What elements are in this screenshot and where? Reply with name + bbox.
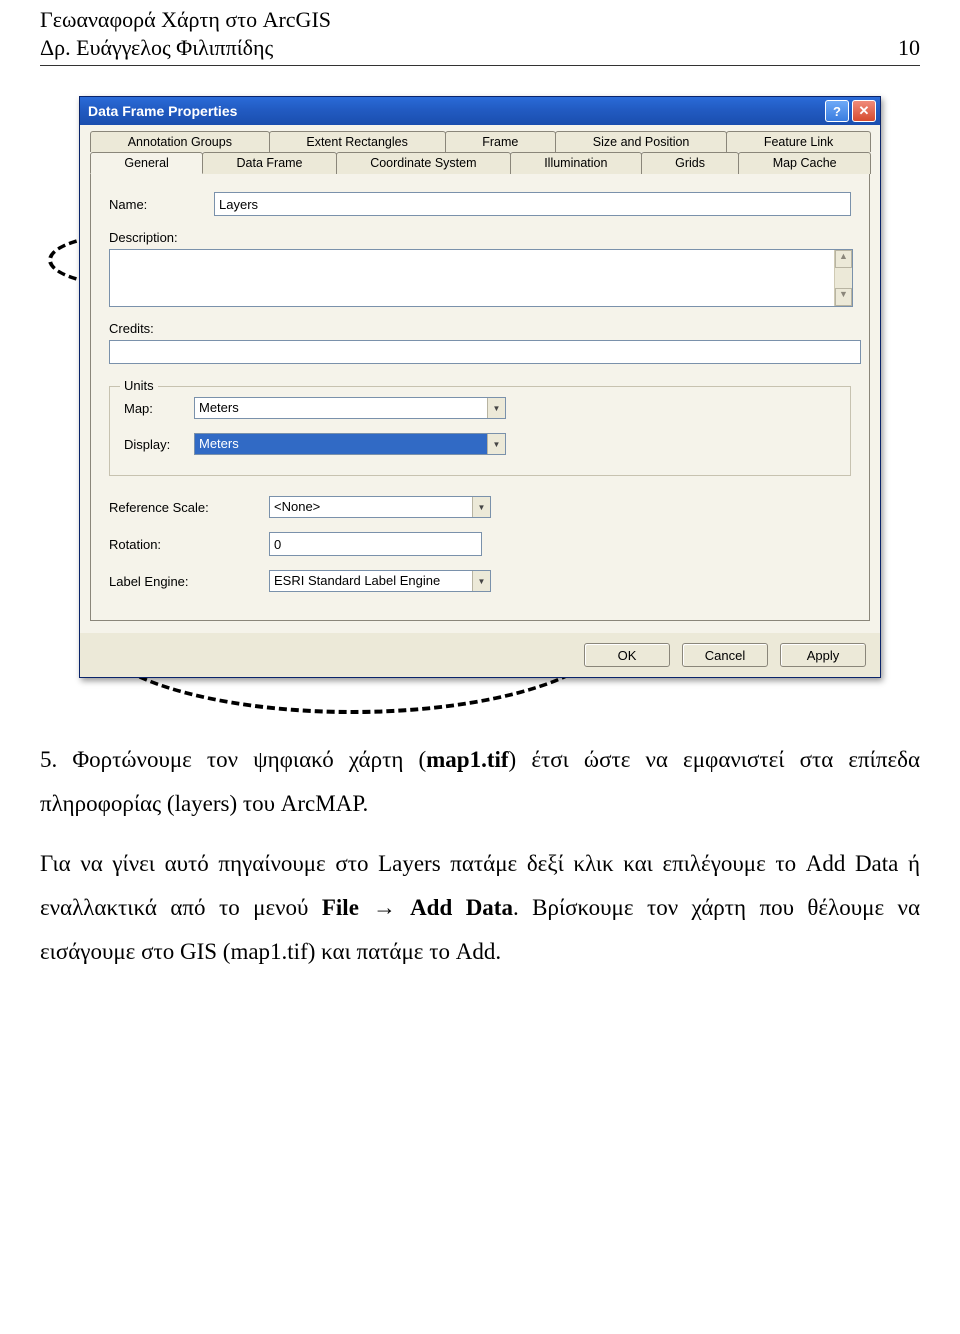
bold-map1tif: map1.tif bbox=[426, 747, 508, 772]
rotation-input[interactable] bbox=[269, 532, 482, 556]
tab-illumination[interactable]: Illumination bbox=[510, 152, 642, 174]
tab-annotation-groups[interactable]: Annotation Groups bbox=[90, 131, 270, 152]
tab-extent-rectangles[interactable]: Extent Rectangles bbox=[269, 131, 446, 152]
name-label: Name: bbox=[109, 197, 214, 212]
description-scrollbar[interactable]: ▲ ▼ bbox=[834, 250, 852, 306]
chevron-down-icon[interactable]: ▼ bbox=[487, 398, 505, 418]
scroll-down-icon[interactable]: ▼ bbox=[835, 288, 852, 306]
description-label: Description: bbox=[109, 230, 214, 245]
tab-strip: Annotation Groups Extent Rectangles Fram… bbox=[90, 125, 870, 174]
help-button[interactable]: ? bbox=[825, 100, 849, 122]
arrow-icon: → bbox=[359, 894, 410, 920]
display-units-value: Meters bbox=[195, 434, 487, 454]
label-engine-label: Label Engine: bbox=[109, 574, 269, 589]
header-title-2: Δρ. Ευάγγελος Φιλιππίδης bbox=[40, 34, 331, 62]
ok-button[interactable]: OK bbox=[584, 643, 670, 667]
description-textarea[interactable]: ▲ ▼ bbox=[109, 249, 853, 307]
tab-grids[interactable]: Grids bbox=[641, 152, 740, 174]
reference-scale-value: <None> bbox=[270, 497, 472, 517]
chevron-down-icon[interactable]: ▼ bbox=[472, 497, 490, 517]
page-header: Γεωαναφορά Χάρτη στο ArcGIS Δρ. Ευάγγελο… bbox=[40, 0, 920, 66]
item-number: 5. bbox=[40, 747, 57, 772]
tab-frame[interactable]: Frame bbox=[445, 131, 557, 152]
tab-coordinate-system[interactable]: Coordinate System bbox=[336, 152, 511, 174]
tab-general[interactable]: General bbox=[90, 152, 203, 174]
display-units-combo[interactable]: Meters ▼ bbox=[194, 433, 506, 455]
chevron-down-icon[interactable]: ▼ bbox=[487, 434, 505, 454]
map-units-label: Map: bbox=[124, 401, 194, 416]
chevron-down-icon[interactable]: ▼ bbox=[472, 571, 490, 591]
cancel-button[interactable]: Cancel bbox=[682, 643, 768, 667]
text-part1: Φορτώνουμε τον ψηφιακό χάρτη ( bbox=[57, 747, 426, 772]
general-tab-panel: Name: Description: ▲ ▼ Credits: bbox=[90, 173, 870, 621]
label-engine-combo[interactable]: ESRI Standard Label Engine ▼ bbox=[269, 570, 491, 592]
header-title-1: Γεωαναφορά Χάρτη στο ArcGIS bbox=[40, 6, 331, 34]
dialog-title: Data Frame Properties bbox=[88, 103, 237, 119]
tab-data-frame[interactable]: Data Frame bbox=[202, 152, 337, 174]
tab-feature-link[interactable]: Feature Link bbox=[726, 131, 871, 152]
map-units-value: Meters bbox=[195, 398, 487, 418]
units-legend: Units bbox=[120, 378, 158, 393]
credits-label: Credits: bbox=[109, 321, 214, 336]
name-input[interactable] bbox=[214, 192, 851, 216]
data-frame-properties-dialog: Data Frame Properties ? ✕ Annotation Gro… bbox=[79, 96, 881, 678]
titlebar: Data Frame Properties ? ✕ bbox=[80, 97, 880, 125]
apply-button[interactable]: Apply bbox=[780, 643, 866, 667]
map-units-combo[interactable]: Meters ▼ bbox=[194, 397, 506, 419]
reference-scale-combo[interactable]: <None> ▼ bbox=[269, 496, 491, 518]
units-fieldset: Units Map: Meters ▼ Display: Meters bbox=[109, 386, 851, 476]
label-engine-value: ESRI Standard Label Engine bbox=[270, 571, 472, 591]
rotation-label: Rotation: bbox=[109, 537, 269, 552]
tab-size-and-position[interactable]: Size and Position bbox=[555, 131, 727, 152]
credits-input[interactable] bbox=[109, 340, 861, 364]
display-units-label: Display: bbox=[124, 437, 194, 452]
close-button[interactable]: ✕ bbox=[852, 100, 876, 122]
bold-add-data: Add Data bbox=[410, 895, 513, 920]
reference-scale-label: Reference Scale: bbox=[109, 500, 269, 515]
bold-file: File bbox=[322, 895, 359, 920]
page-number: 10 bbox=[898, 35, 920, 61]
tab-map-cache[interactable]: Map Cache bbox=[738, 152, 871, 174]
scroll-up-icon[interactable]: ▲ bbox=[835, 250, 852, 268]
dialog-button-bar: OK Cancel Apply bbox=[80, 633, 880, 677]
body-paragraph: 5. Φορτώνουμε τον ψηφιακό χάρτη (map1.ti… bbox=[40, 738, 920, 973]
